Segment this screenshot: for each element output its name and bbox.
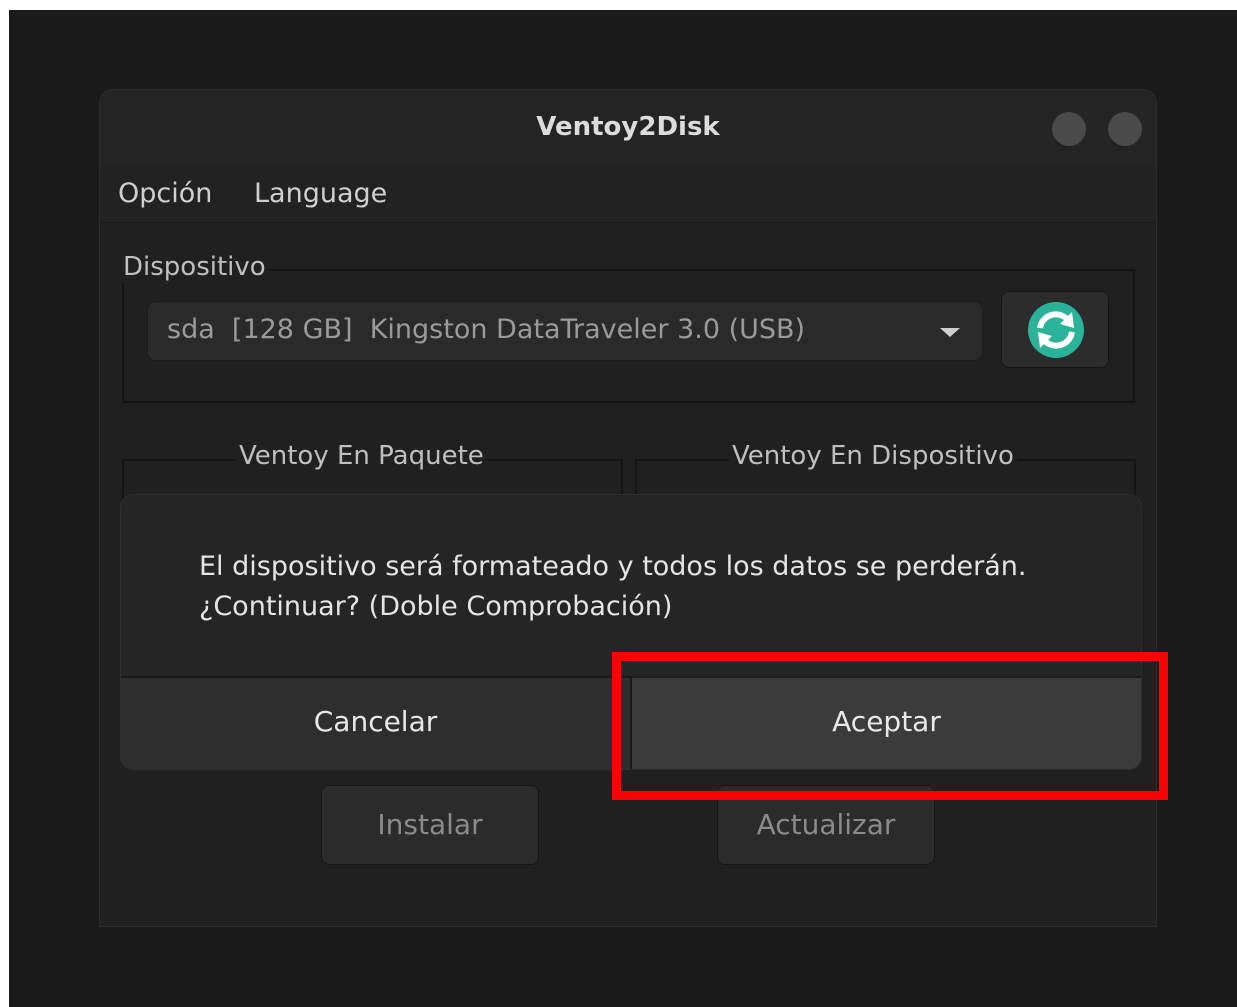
dialog-message-line2: ¿Continuar? (Doble Comprobación) <box>199 591 673 622</box>
ventoy-device-label: Ventoy En Dispositivo <box>729 441 1017 471</box>
refresh-button[interactable] <box>1001 291 1109 368</box>
ventoy-package-label: Ventoy En Paquete <box>236 441 487 471</box>
device-group-label: Dispositivo <box>120 252 269 282</box>
dialog-message-line1: El dispositivo será formateado y todos l… <box>199 551 1027 582</box>
dialog-message: El dispositivo será formateado y todos l… <box>199 547 1119 627</box>
window-title: Ventoy2Disk <box>536 112 720 142</box>
menu-language[interactable]: Language <box>254 178 387 209</box>
chevron-down-icon <box>940 328 960 337</box>
install-button[interactable]: Instalar <box>321 785 539 865</box>
menu-option[interactable]: Opción <box>118 178 212 209</box>
cancel-button[interactable]: Cancelar <box>121 678 630 769</box>
close-button[interactable] <box>1108 112 1142 146</box>
minimize-button[interactable] <box>1052 112 1086 146</box>
menu-bar: Opción Language <box>100 166 1156 223</box>
device-select-value: sda [128 GB] Kingston DataTraveler 3.0 (… <box>167 314 806 345</box>
title-bar: Ventoy2Disk <box>100 90 1156 167</box>
highlight-box <box>612 652 1168 800</box>
refresh-icon <box>1028 302 1084 358</box>
device-select[interactable]: sda [128 GB] Kingston DataTraveler 3.0 (… <box>147 301 983 361</box>
